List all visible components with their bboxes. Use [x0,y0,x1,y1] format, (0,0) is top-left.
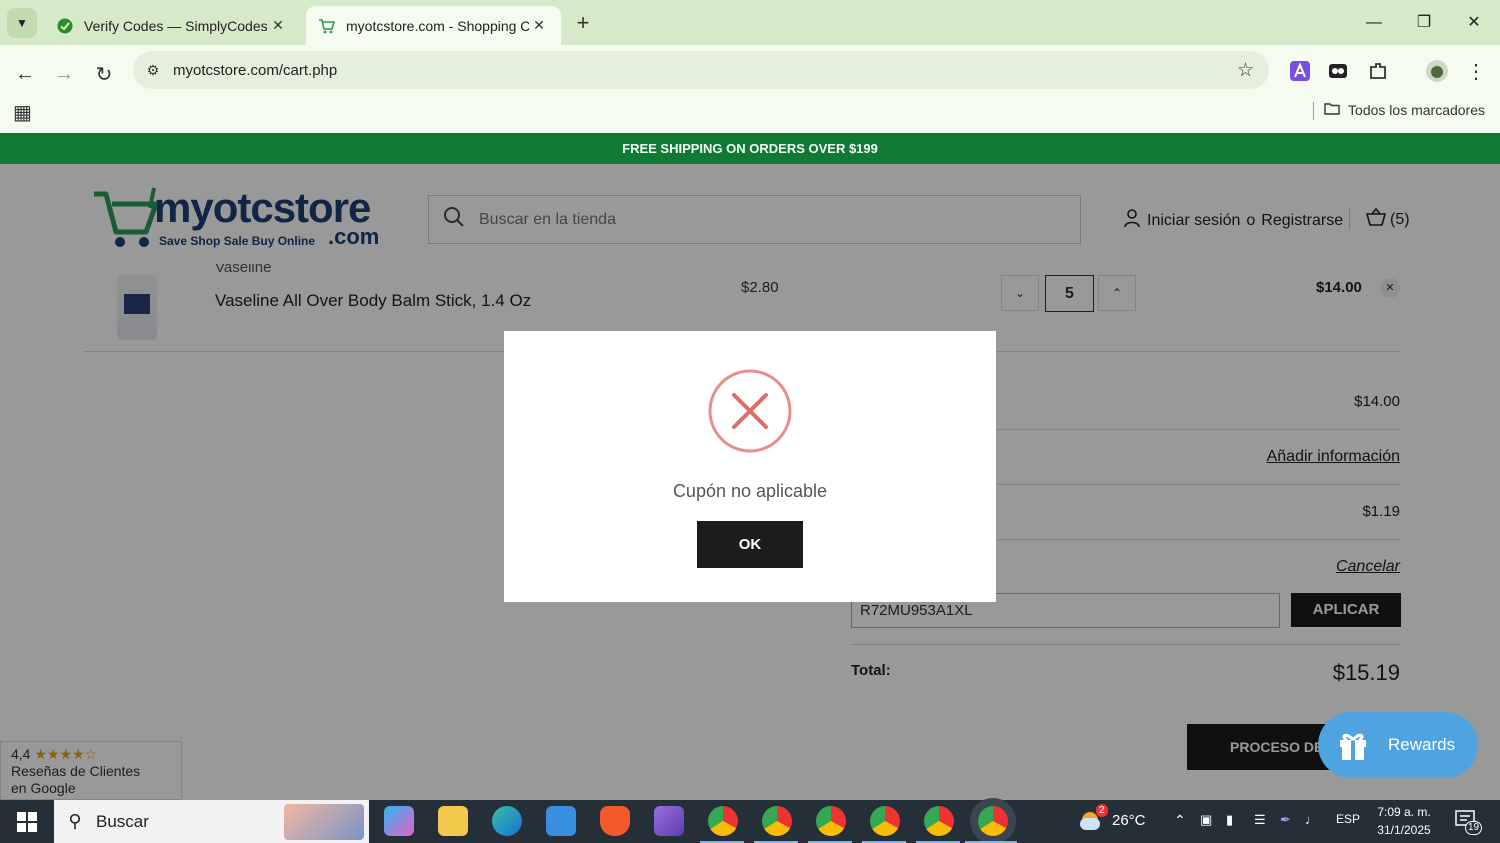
weather-widget[interactable]: 2 26°C [1080,804,1146,830]
apps-grid-icon[interactable]: ▦ [13,100,32,125]
windows-start-button[interactable] [0,800,54,843]
restore-button[interactable]: ❐ [1401,8,1447,38]
minimize-button[interactable]: — [1351,8,1397,38]
chrome-profile-t-icon[interactable] [924,806,954,836]
weather-temperature: 26°C [1112,811,1146,829]
simplycodes-favicon-icon [56,17,74,35]
file-explorer-icon[interactable] [438,806,468,836]
show-hidden-icons-chevron-icon[interactable]: ⌃ [1174,812,1186,829]
chrome-profile-a-icon[interactable] [816,806,846,836]
tab-title: myotcstore.com - Shopping Car [346,17,529,34]
taskbar-search-box[interactable]: ⚲ Buscar [54,800,369,843]
clock-time: 7:09 a. m. [1377,805,1431,819]
cart-favicon-icon [318,17,336,35]
chrome-active-window-icon[interactable] [978,806,1008,836]
close-tab-icon[interactable]: ✕ [529,17,549,34]
notification-count: 19 [1465,821,1483,835]
pen-icon[interactable]: ✒ [1280,812,1291,828]
ms-store-icon[interactable] [546,806,576,836]
rewards-launcher-button[interactable]: Rewards [1318,712,1478,778]
battery-icon[interactable]: ▮ [1226,812,1233,828]
coupon-error-dialog: Cupón no aplicable OK [504,331,996,602]
arrow-left-icon: ← [15,62,35,85]
bookmarks-divider [1313,102,1314,120]
ok-button[interactable]: OK [697,521,803,568]
extension-mask-icon[interactable] [1325,59,1351,83]
chevron-down-icon: ▼ [16,16,28,30]
bookmarks-bar: ▦ Todos los marcadores [0,95,1500,127]
all-bookmarks-button[interactable]: Todos los marcadores [1324,102,1485,118]
tab-myotcstore[interactable]: myotcstore.com - Shopping Car ✕ [306,6,561,45]
rewards-label: Rewards [1388,735,1456,754]
clock-date: 31/1/2025 [1377,823,1431,837]
extension-a-icon[interactable] [1287,59,1313,83]
new-tab-button[interactable]: + [570,10,596,36]
profile-avatar-icon[interactable] [1424,59,1450,83]
extensions-puzzle-icon[interactable] [1365,59,1391,83]
arrow-right-icon: → [54,62,74,85]
weather-cloud-sun-icon: 2 [1080,804,1108,830]
site-info-icon[interactable]: ⚙ [133,62,173,79]
chrome-profile-2-icon[interactable] [762,806,792,836]
address-bar[interactable]: ⚙ myotcstore.com/cart.php ☆ [133,51,1269,89]
chrome-profile-4-icon[interactable] [870,806,900,836]
search-icon: ⚲ [68,811,82,831]
free-shipping-banner: FREE SHIPPING ON ORDERS OVER $199 [0,133,1500,164]
taskbar-search-label: Buscar [96,811,149,831]
brave-browser-icon[interactable] [600,806,630,836]
wifi-icon[interactable]: ☰ [1254,812,1266,828]
url-text: myotcstore.com/cart.php [173,61,338,79]
copilot-app-icon[interactable] [384,806,414,836]
bookmark-star-icon[interactable]: ☆ [1237,59,1254,82]
windows-taskbar: ⚲ Buscar 2 26°C ⌃ ▣ ▮ ☰ ✒ ♩ ESP 7:09 a. … [0,800,1500,843]
tab-simplycodes[interactable]: Verify Codes — SimplyCodes ✕ [44,6,300,45]
browser-menu-icon[interactable]: ⋮ [1463,59,1489,83]
notification-center-icon[interactable]: 19 [1455,810,1483,835]
tab-search-button[interactable]: ▼ [7,8,37,38]
close-tab-icon[interactable]: ✕ [268,17,288,34]
dialog-message: Cupón no aplicable [672,481,828,501]
reload-icon: ↻ [95,63,113,86]
all-bookmarks-label: Todos los marcadores [1348,102,1485,118]
close-window-button[interactable]: ✕ [1451,8,1497,38]
browser-toolbar: ← → ↻ ⚙ myotcstore.com/cart.php ☆ ⋮ ▦ To… [0,45,1500,133]
back-button[interactable]: ← [10,59,40,89]
folder-icon [1324,102,1340,118]
weather-alert-badge: 2 [1096,804,1108,817]
tab-title: Verify Codes — SimplyCodes [84,17,268,34]
edge-browser-icon[interactable] [492,806,522,836]
system-clock[interactable]: 7:09 a. m. 31/1/2025 [1368,803,1440,839]
search-highlight-illustration-icon [284,804,364,840]
error-x-icon [708,369,792,453]
gift-icon [1318,729,1388,761]
forward-button[interactable]: → [49,59,79,89]
meet-icon[interactable]: ▣ [1200,812,1212,828]
feather-app-icon[interactable] [654,806,684,836]
input-language[interactable]: ESP [1336,812,1360,826]
chrome-profile-j-icon[interactable] [708,806,738,836]
browser-tab-strip: ▼ Verify Codes — SimplyCodes ✕ myotcstor… [0,0,1500,45]
reload-button[interactable]: ↻ [89,59,119,89]
volume-icon[interactable]: ♩ [1305,812,1318,827]
